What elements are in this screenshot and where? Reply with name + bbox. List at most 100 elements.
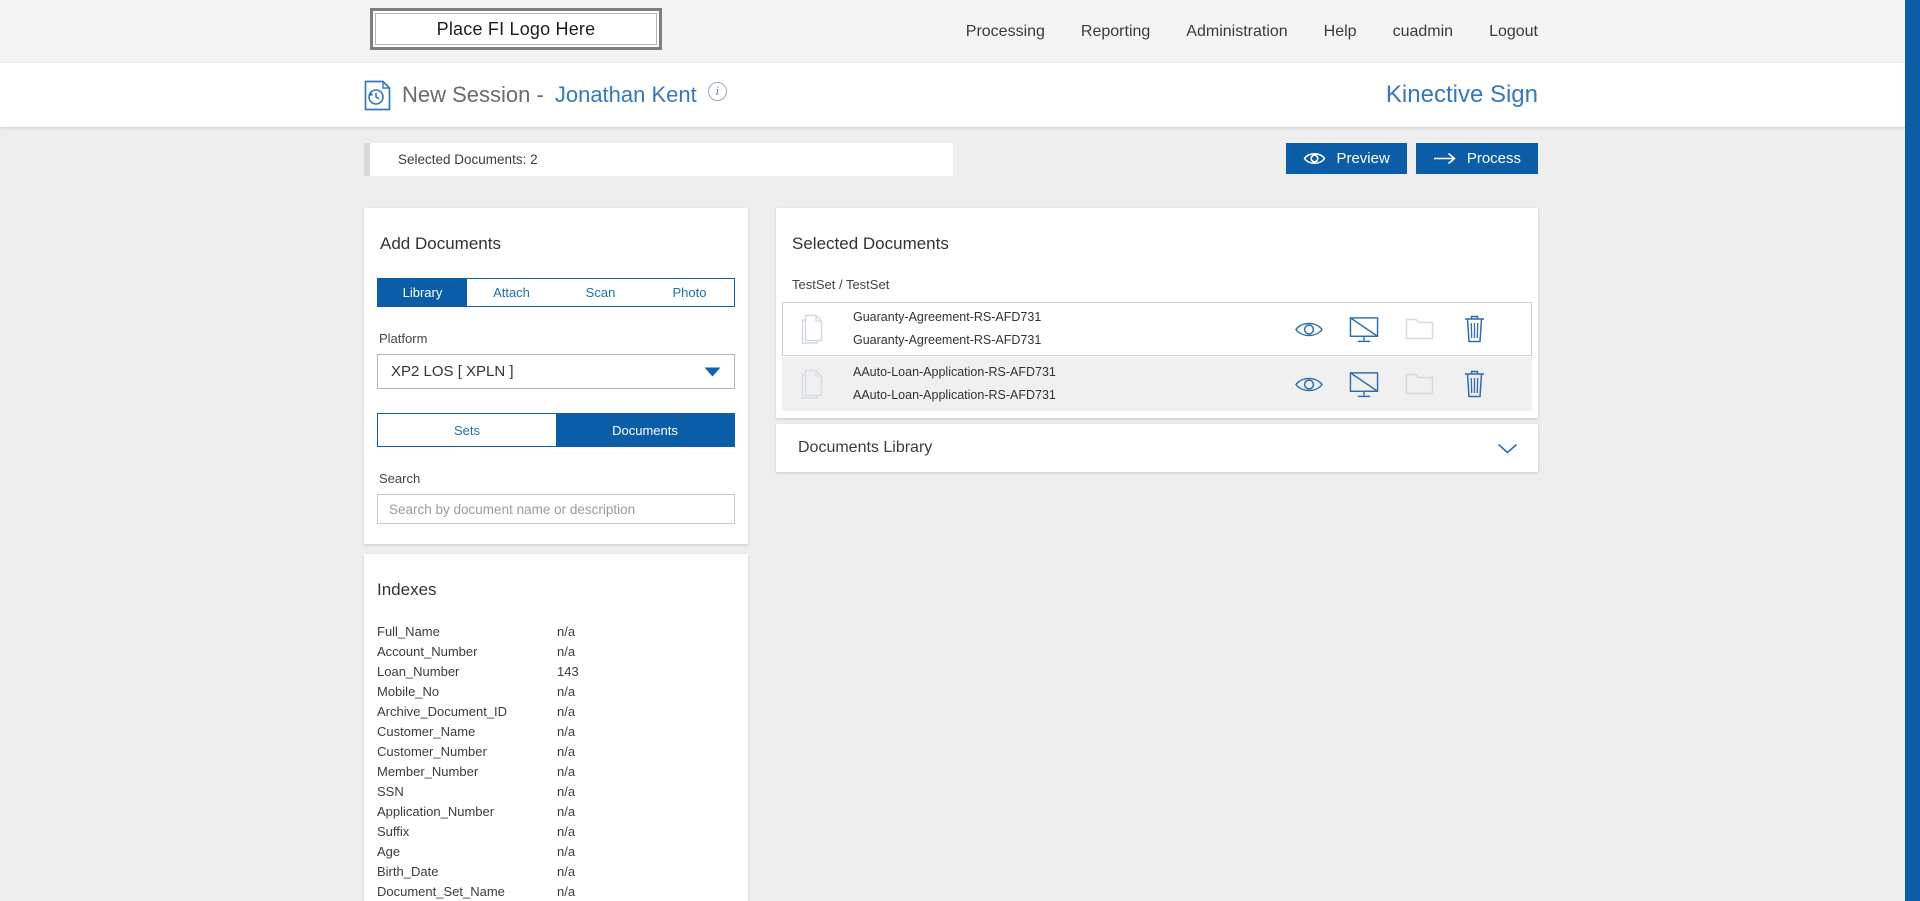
index-value: n/a: [557, 762, 575, 782]
index-value: n/a: [557, 862, 575, 882]
index-row: Suffixn/a: [377, 822, 735, 842]
eye-icon: [1303, 151, 1326, 166]
sign-monitor-icon[interactable]: [1349, 316, 1379, 343]
document-actions: [1294, 315, 1489, 343]
index-row: Loan_Number143: [377, 662, 735, 682]
index-value: n/a: [557, 882, 575, 901]
index-label: Archive_Document_ID: [377, 702, 557, 722]
index-row: Birth_Daten/a: [377, 862, 735, 882]
session-label: New Session -: [402, 82, 544, 108]
tab-photo[interactable]: Photo: [645, 279, 734, 306]
sign-monitor-icon[interactable]: [1349, 371, 1379, 398]
arrow-right-icon: [1433, 152, 1457, 165]
documents-library-title: Documents Library: [798, 439, 932, 457]
add-documents-panel: Add Documents Library Attach Scan Photo …: [364, 208, 748, 544]
index-value: 143: [557, 662, 579, 682]
index-label: Loan_Number: [377, 662, 557, 682]
documents-library-panel[interactable]: Documents Library: [776, 424, 1538, 472]
toggle-documents[interactable]: Documents: [556, 414, 734, 446]
indexes-list: Full_Namen/a Account_Numbern/a Loan_Numb…: [377, 622, 735, 901]
platform-label: Platform: [379, 331, 735, 346]
index-row: Agen/a: [377, 842, 735, 862]
fi-logo-text: Place FI Logo Here: [437, 19, 596, 40]
preview-eye-icon[interactable]: [1294, 375, 1324, 394]
platform-select[interactable]: XP2 LOS [ XPLN ]: [377, 354, 735, 389]
index-label: Mobile_No: [377, 682, 557, 702]
folder-icon: [1404, 373, 1434, 395]
fi-logo-placeholder: Place FI Logo Here: [370, 8, 662, 50]
chevron-down-filled-icon: [704, 367, 721, 377]
document-name: AAuto-Loan-Application-RS-AFD731: [853, 361, 1056, 384]
tab-attach[interactable]: Attach: [467, 279, 556, 306]
tab-scan[interactable]: Scan: [556, 279, 645, 306]
index-value: n/a: [557, 622, 575, 642]
process-button-label: Process: [1467, 150, 1521, 167]
index-row: Full_Namen/a: [377, 622, 735, 642]
index-label: Customer_Name: [377, 722, 557, 742]
nav-item-processing[interactable]: Processing: [966, 23, 1045, 41]
add-documents-tabbar: Library Attach Scan Photo: [377, 278, 735, 307]
document-description: Guaranty-Agreement-RS-AFD731: [853, 329, 1041, 352]
index-value: n/a: [557, 722, 575, 742]
index-row: Customer_Numbern/a: [377, 742, 735, 762]
index-value: n/a: [557, 842, 575, 862]
add-documents-title: Add Documents: [380, 234, 735, 254]
index-row: Application_Numbern/a: [377, 802, 735, 822]
document-page-icon: [801, 314, 823, 344]
indexes-panel: Indexes Full_Namen/a Account_Numbern/a L…: [364, 554, 748, 901]
folder-icon: [1404, 318, 1434, 340]
selected-document-row: AAuto-Loan-Application-RS-AFD731 AAuto-L…: [782, 357, 1532, 411]
index-label: Member_Number: [377, 762, 557, 782]
index-row: SSNn/a: [377, 782, 735, 802]
search-input[interactable]: [377, 494, 735, 524]
nav-item-user-cuadmin[interactable]: cuadmin: [1393, 23, 1453, 41]
index-row: Account_Numbern/a: [377, 642, 735, 662]
index-label: Account_Number: [377, 642, 557, 662]
document-history-icon: [364, 80, 391, 111]
session-title-group: New Session - Jonathan Kent i: [364, 80, 727, 111]
search-label: Search: [379, 471, 735, 486]
toggle-sets[interactable]: Sets: [378, 414, 556, 446]
nav-item-logout[interactable]: Logout: [1489, 23, 1538, 41]
process-button[interactable]: Process: [1416, 143, 1538, 174]
chevron-down-icon[interactable]: [1497, 443, 1518, 454]
selected-document-row: Guaranty-Agreement-RS-AFD731 Guaranty-Ag…: [782, 302, 1532, 356]
index-label: Document_Set_Name: [377, 882, 557, 901]
index-row: Archive_Document_IDn/a: [377, 702, 735, 722]
document-name: Guaranty-Agreement-RS-AFD731: [853, 306, 1041, 329]
preview-button-label: Preview: [1336, 150, 1389, 167]
index-value: n/a: [557, 782, 575, 802]
nav-item-reporting[interactable]: Reporting: [1081, 23, 1150, 41]
top-bar: Place FI Logo Here Processing Reporting …: [0, 0, 1920, 63]
index-value: n/a: [557, 702, 575, 722]
selected-documents-title: Selected Documents: [792, 234, 1532, 254]
nav-item-help[interactable]: Help: [1324, 23, 1357, 41]
sets-documents-toggle: Sets Documents: [377, 413, 735, 447]
index-row: Mobile_Non/a: [377, 682, 735, 702]
document-set-breadcrumb: TestSet / TestSet: [792, 277, 1532, 292]
index-value: n/a: [557, 642, 575, 662]
index-row: Document_Set_Namen/a: [377, 882, 735, 901]
index-label: Full_Name: [377, 622, 557, 642]
document-description: AAuto-Loan-Application-RS-AFD731: [853, 384, 1056, 407]
action-row: Selected Documents: 2 Preview: [364, 143, 1538, 176]
document-actions: [1294, 370, 1489, 398]
info-icon[interactable]: i: [708, 82, 727, 101]
platform-select-value: XP2 LOS [ XPLN ]: [391, 363, 514, 380]
page-scrollbar[interactable]: [1905, 0, 1920, 901]
top-nav: Processing Reporting Administration Help…: [966, 0, 1538, 63]
selected-documents-panel: Selected Documents TestSet / TestSet: [776, 208, 1538, 418]
preview-button[interactable]: Preview: [1286, 143, 1406, 174]
nav-item-administration[interactable]: Administration: [1186, 23, 1287, 41]
index-value: n/a: [557, 682, 575, 702]
preview-eye-icon[interactable]: [1294, 320, 1324, 339]
index-value: n/a: [557, 802, 575, 822]
delete-trash-icon[interactable]: [1459, 370, 1489, 398]
delete-trash-icon[interactable]: [1459, 315, 1489, 343]
session-customer-link[interactable]: Jonathan Kent: [555, 82, 697, 108]
index-label: Customer_Number: [377, 742, 557, 762]
app-brand-name: Kinective Sign: [1386, 81, 1538, 109]
tab-library[interactable]: Library: [378, 279, 467, 306]
indexes-title: Indexes: [377, 580, 735, 600]
app-header: New Session - Jonathan Kent i Kinective …: [0, 63, 1920, 127]
